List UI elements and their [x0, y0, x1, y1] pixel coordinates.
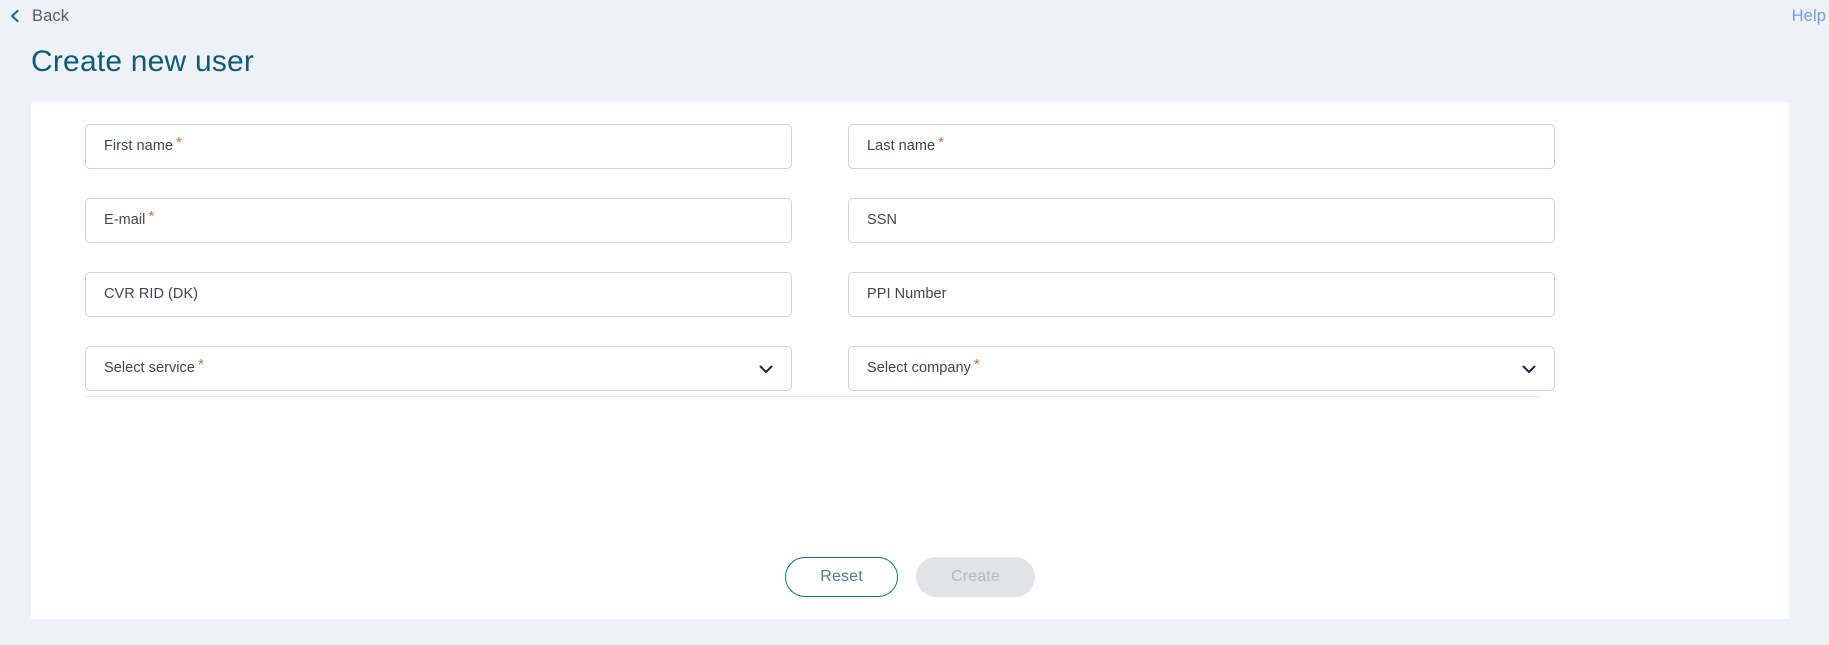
ssn-label: SSN [867, 212, 897, 229]
help-link[interactable]: Help [1792, 8, 1826, 25]
form-row: CVR RID (DK) PPI Number [85, 272, 1555, 317]
cvr-rid-dk-label: CVR RID (DK) [104, 286, 199, 303]
required-asterisk: * [938, 134, 945, 151]
chevron-left-icon [8, 9, 22, 23]
required-asterisk: * [973, 356, 980, 373]
form-column-right: PPI Number [848, 272, 1555, 317]
form-actions: Reset Create [31, 557, 1789, 597]
ppi-number-field[interactable]: PPI Number [848, 272, 1555, 317]
cvr-rid-dk-field[interactable]: CVR RID (DK) [85, 272, 792, 317]
create-button[interactable]: Create [916, 557, 1035, 597]
form-column-left: Select service * [85, 346, 792, 391]
first-name-field[interactable]: First name * [85, 124, 792, 169]
last-name-field[interactable]: Last name * [848, 124, 1555, 169]
form-column-left: CVR RID (DK) [85, 272, 792, 317]
form-column-right: Select company * [848, 346, 1555, 391]
form-divider [85, 396, 1540, 397]
ssn-field[interactable]: SSN [848, 198, 1555, 243]
required-asterisk: * [148, 208, 155, 225]
required-asterisk: * [197, 356, 204, 373]
select-company-label: Select company [867, 360, 971, 377]
required-asterisk: * [176, 134, 182, 151]
last-name-label: Last name [867, 138, 936, 155]
back-label: Back [32, 7, 70, 25]
chevron-down-icon [757, 360, 775, 378]
create-user-form: First name * Last name * E-mail * SSN CV… [85, 124, 1555, 420]
select-service-dropdown[interactable]: Select service * [85, 346, 792, 391]
create-user-card: First name * Last name * E-mail * SSN CV… [31, 102, 1789, 619]
chevron-down-icon [1520, 360, 1538, 378]
top-bar: Back Help [0, 0, 1829, 40]
page-title: Create new user [31, 45, 255, 78]
email-label: E-mail [104, 212, 146, 229]
form-column-right: Last name * [848, 124, 1555, 169]
back-button[interactable]: Back [8, 8, 69, 25]
reset-button[interactable]: Reset [785, 557, 899, 597]
select-company-dropdown[interactable]: Select company * [848, 346, 1555, 391]
form-column-right: SSN [848, 198, 1555, 243]
form-row: Select service * Select company * [85, 346, 1555, 391]
form-column-left: E-mail * [85, 198, 792, 243]
ppi-number-label: PPI Number [867, 286, 947, 303]
form-column-left: First name * [85, 124, 792, 169]
select-service-label: Select service [104, 360, 195, 377]
email-field[interactable]: E-mail * [85, 198, 792, 243]
first-name-label: First name [104, 138, 173, 155]
form-row: First name * Last name * [85, 124, 1555, 169]
form-row: E-mail * SSN [85, 198, 1555, 243]
